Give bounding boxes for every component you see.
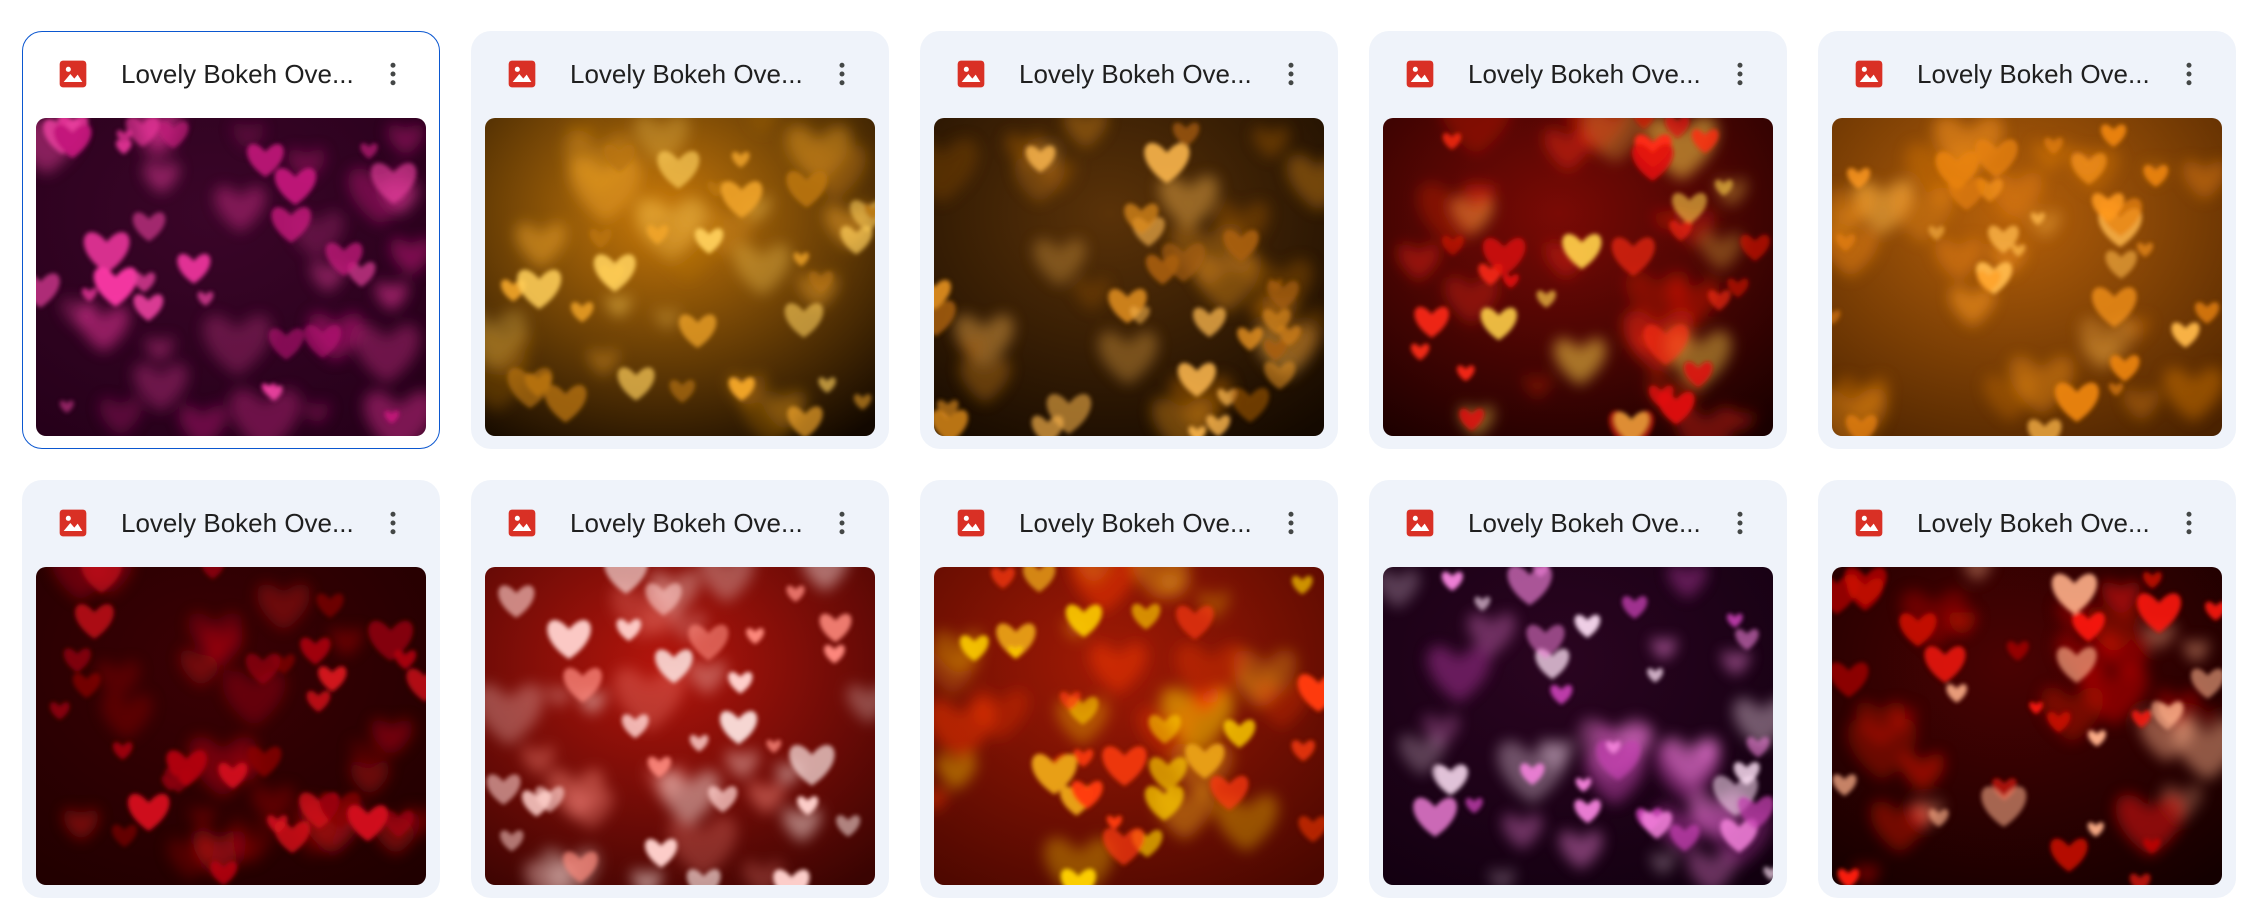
image-file-icon <box>1404 58 1436 90</box>
more-options-button[interactable] <box>369 499 417 547</box>
image-file-icon <box>506 507 538 539</box>
file-thumbnail[interactable] <box>1832 567 2222 885</box>
more-options-button[interactable] <box>369 50 417 98</box>
file-name: Lovely Bokeh Ove... <box>570 508 803 538</box>
file-card-header[interactable]: Lovely Bokeh Ove... <box>472 481 888 571</box>
more-options-button[interactable] <box>2165 499 2213 547</box>
file-thumbnail[interactable] <box>485 118 875 436</box>
file-card-6[interactable]: Lovely Bokeh Ove... <box>22 480 440 898</box>
file-thumbnail[interactable] <box>36 118 426 436</box>
more-vert-icon <box>839 62 845 86</box>
file-thumbnail[interactable] <box>36 567 426 885</box>
more-options-button[interactable] <box>2165 50 2213 98</box>
more-options-button[interactable] <box>1267 50 1315 98</box>
image-file-icon <box>1853 507 1885 539</box>
more-options-button[interactable] <box>1267 499 1315 547</box>
file-card-header[interactable]: Lovely Bokeh Ove... <box>1819 32 2235 122</box>
file-name: Lovely Bokeh Ove... <box>1917 59 2150 89</box>
file-card-9[interactable]: Lovely Bokeh Ove... <box>1369 480 1787 898</box>
file-name: Lovely Bokeh Ove... <box>121 59 354 89</box>
image-file-icon <box>1853 58 1885 90</box>
more-vert-icon <box>1288 511 1294 535</box>
file-name: Lovely Bokeh Ove... <box>570 59 803 89</box>
file-thumbnail[interactable] <box>1383 118 1773 436</box>
file-card-1[interactable]: Lovely Bokeh Ove... <box>22 31 440 449</box>
file-name: Lovely Bokeh Ove... <box>1019 508 1252 538</box>
more-vert-icon <box>1288 62 1294 86</box>
file-name: Lovely Bokeh Ove... <box>1468 508 1701 538</box>
more-options-button[interactable] <box>818 499 866 547</box>
file-thumbnail[interactable] <box>1383 567 1773 885</box>
file-thumbnail[interactable] <box>934 567 1324 885</box>
more-vert-icon <box>839 511 845 535</box>
more-options-button[interactable] <box>818 50 866 98</box>
file-card-8[interactable]: Lovely Bokeh Ove... <box>920 480 1338 898</box>
file-thumbnail[interactable] <box>934 118 1324 436</box>
file-card-header[interactable]: Lovely Bokeh Ove... <box>23 481 439 571</box>
file-grid: Lovely Bokeh Ove... Lovely Bokeh Ove... <box>0 0 2256 904</box>
more-vert-icon <box>1737 511 1743 535</box>
file-card-header[interactable]: Lovely Bokeh Ove... <box>23 32 439 122</box>
image-file-icon <box>57 507 89 539</box>
file-thumbnail[interactable] <box>485 567 875 885</box>
file-card-header[interactable]: Lovely Bokeh Ove... <box>1370 481 1786 571</box>
file-name: Lovely Bokeh Ove... <box>121 508 354 538</box>
image-file-icon <box>506 58 538 90</box>
file-card-header[interactable]: Lovely Bokeh Ove... <box>472 32 888 122</box>
file-card-header[interactable]: Lovely Bokeh Ove... <box>921 32 1337 122</box>
file-card-4[interactable]: Lovely Bokeh Ove... <box>1369 31 1787 449</box>
more-vert-icon <box>390 511 396 535</box>
more-options-button[interactable] <box>1716 499 1764 547</box>
file-card-10[interactable]: Lovely Bokeh Ove... <box>1818 480 2236 898</box>
file-card-header[interactable]: Lovely Bokeh Ove... <box>1370 32 1786 122</box>
file-card-2[interactable]: Lovely Bokeh Ove... <box>471 31 889 449</box>
file-card-header[interactable]: Lovely Bokeh Ove... <box>1819 481 2235 571</box>
image-file-icon <box>1404 507 1436 539</box>
more-vert-icon <box>2186 511 2192 535</box>
file-card-7[interactable]: Lovely Bokeh Ove... <box>471 480 889 898</box>
more-vert-icon <box>390 62 396 86</box>
file-card-header[interactable]: Lovely Bokeh Ove... <box>921 481 1337 571</box>
file-card-5[interactable]: Lovely Bokeh Ove... <box>1818 31 2236 449</box>
file-name: Lovely Bokeh Ove... <box>1917 508 2150 538</box>
image-file-icon <box>57 58 89 90</box>
image-file-icon <box>955 507 987 539</box>
more-vert-icon <box>1737 62 1743 86</box>
file-thumbnail[interactable] <box>1832 118 2222 436</box>
file-name: Lovely Bokeh Ove... <box>1468 59 1701 89</box>
file-name: Lovely Bokeh Ove... <box>1019 59 1252 89</box>
image-file-icon <box>955 58 987 90</box>
file-card-3[interactable]: Lovely Bokeh Ove... <box>920 31 1338 449</box>
more-vert-icon <box>2186 62 2192 86</box>
more-options-button[interactable] <box>1716 50 1764 98</box>
